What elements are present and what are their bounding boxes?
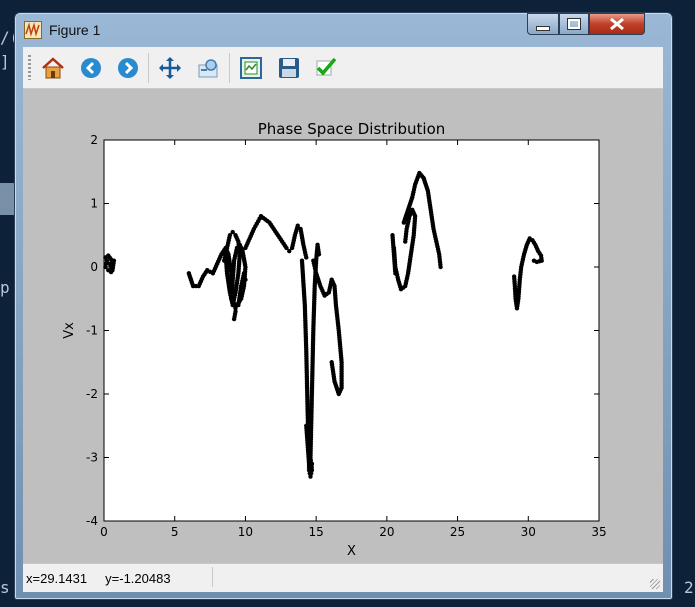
x-tick-label: 20: [379, 525, 394, 539]
x-axis-label: X: [347, 544, 356, 559]
data-point: [316, 252, 322, 257]
window-title: Figure 1: [49, 22, 101, 38]
data-point: [234, 302, 240, 308]
minimize-button[interactable]: [527, 13, 559, 35]
cursor-coordinates: x=29.1431 y=-1.20483: [26, 571, 171, 586]
figure-canvas[interactable]: Phase Space Distribution X Vx 0 5 10 15 20 25…: [23, 89, 663, 563]
toolbar-separator: [148, 53, 149, 83]
move-arrows-icon: [159, 57, 181, 79]
floppy-disk-icon: [279, 58, 299, 78]
data-point: [233, 309, 238, 314]
chart-title: Phase Space Distribution: [258, 120, 446, 138]
subplots-config-icon: [240, 57, 262, 79]
resize-grip[interactable]: [650, 579, 660, 589]
x-tick-label: 30: [521, 525, 536, 539]
data-point: [438, 264, 443, 270]
toolbar-separator: [229, 53, 230, 83]
terminal-fragment-2: ]: [0, 52, 10, 71]
pan-button[interactable]: [157, 55, 183, 81]
back-button[interactable]: [78, 55, 104, 81]
y-tick-label: -2: [86, 387, 98, 401]
y-tick-label: -4: [86, 514, 98, 528]
y-tick-label: -3: [86, 451, 98, 465]
y-tick-label: 1: [90, 197, 98, 211]
home-icon: [42, 57, 64, 79]
data-point: [309, 461, 315, 467]
y-tick-label: -1: [86, 324, 98, 338]
arrow-right-icon: [118, 58, 138, 78]
maximize-icon: [567, 18, 581, 30]
y-axis-label: Vx: [62, 322, 77, 339]
minimize-icon: [536, 25, 550, 31]
data-point: [393, 271, 398, 276]
home-button[interactable]: [40, 55, 66, 81]
terminal-fragment-5: 2: [684, 578, 694, 597]
status-bar: x=29.1431 y=-1.20483: [23, 563, 663, 592]
x-tick-label: 5: [171, 525, 179, 539]
axes-background: [103, 139, 600, 522]
close-icon: [610, 17, 624, 31]
edit-button[interactable]: [313, 55, 339, 81]
close-button[interactable]: [589, 13, 645, 35]
zoom-rect-icon: [198, 59, 218, 78]
data-point: [329, 360, 334, 365]
x-tick-label: 25: [450, 525, 465, 539]
figure-window: Figure 1 Phase Space Distribution X Vx 0…: [14, 12, 673, 600]
x-tick-label: 15: [309, 525, 324, 539]
matplotlib-figure-icon: [24, 21, 42, 39]
y-tick-label: 0: [90, 260, 98, 274]
x-tick-label: 0: [100, 525, 108, 539]
data-point: [403, 239, 408, 244]
save-button[interactable]: [276, 55, 302, 81]
data-point: [223, 252, 228, 257]
navigation-toolbar: [23, 47, 663, 89]
x-tick-label: 10: [238, 525, 253, 539]
zoom-button[interactable]: [195, 55, 221, 81]
data-point: [304, 255, 309, 260]
y-tick-label: 2: [90, 133, 98, 147]
subplots-button[interactable]: [238, 55, 264, 81]
check-mark-icon: [316, 57, 337, 76]
arrow-left-icon: [81, 58, 101, 78]
chart-svg[interactable]: Phase Space Distribution X Vx 0 5 10 15 20 25…: [23, 89, 663, 563]
data-point: [111, 258, 117, 263]
x-tick-label: 35: [591, 525, 606, 539]
maximize-button[interactable]: [559, 13, 589, 35]
terminal-fragment-3: p: [0, 278, 10, 297]
toolbar-grip[interactable]: [28, 55, 31, 80]
client-area: Phase Space Distribution X Vx 0 5 10 15 20 25…: [23, 47, 663, 592]
forward-button[interactable]: [115, 55, 141, 81]
data-point: [531, 258, 537, 263]
status-separator: [212, 567, 213, 587]
terminal-fragment-4: s: [0, 578, 10, 597]
